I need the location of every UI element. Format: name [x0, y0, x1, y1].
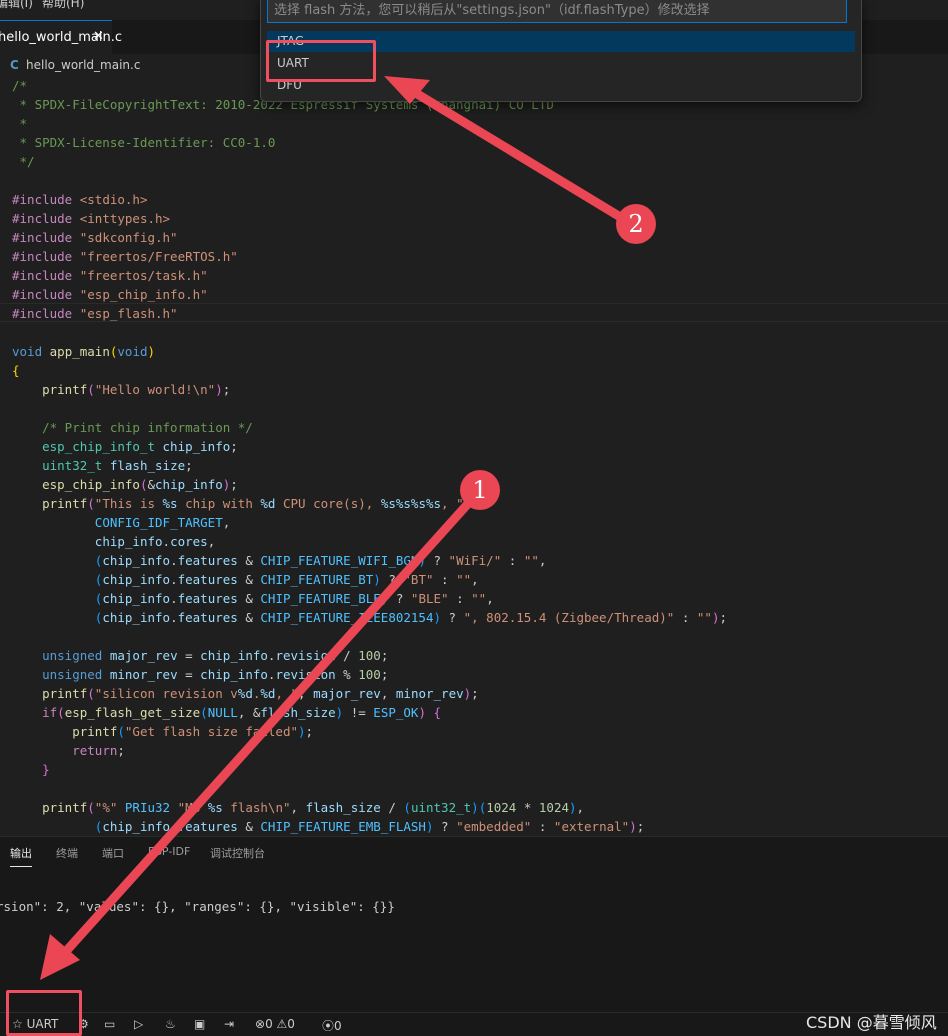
annotation-arrows	[40, 76, 627, 980]
arrow-2-shaft	[409, 87, 627, 223]
arrow-1-shaft	[55, 492, 479, 963]
annotation-badge-1: 1	[460, 470, 500, 510]
annotation-badge-2: 2	[616, 204, 656, 244]
